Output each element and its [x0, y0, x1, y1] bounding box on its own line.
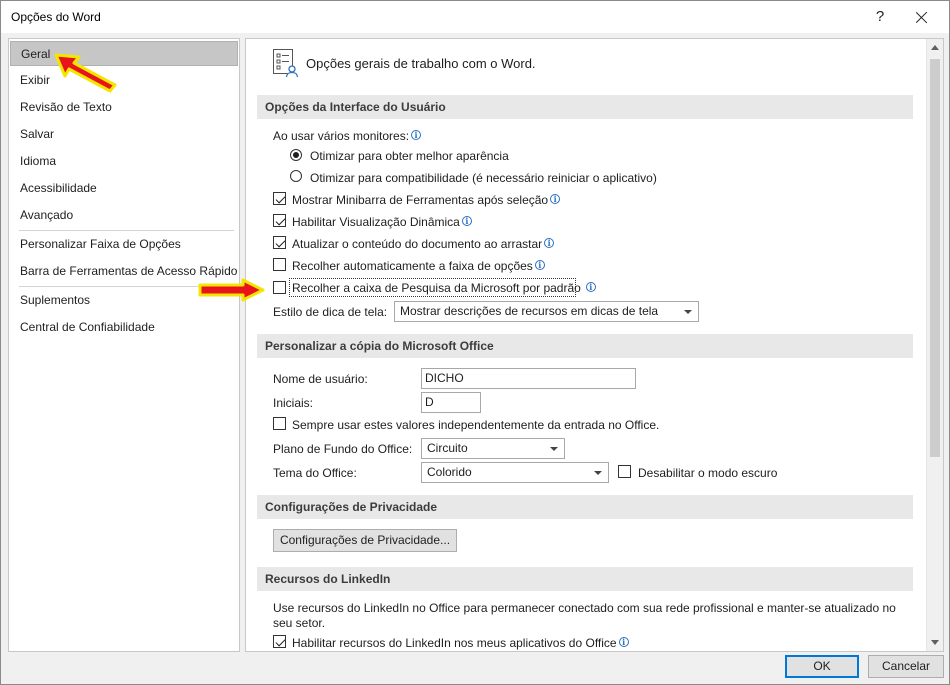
checkbox-always-use[interactable]: [273, 417, 286, 430]
linkedin-enable-label[interactable]: Habilitar recursos do LinkedIn nos meus …: [292, 636, 629, 650]
info-icon[interactable]: i: [585, 282, 596, 292]
checkbox-mini-toolbar[interactable]: [273, 192, 286, 205]
nav-item-personalizar-faixa[interactable]: Personalizar Faixa de Opções: [10, 232, 238, 257]
theme-label: Tema do Office:: [273, 466, 357, 480]
background-value: Circuito: [427, 441, 468, 455]
scroll-down-icon[interactable]: [927, 634, 943, 651]
live-preview-label[interactable]: Habilitar Visualização Dinâmica i: [292, 215, 472, 229]
always-use-label[interactable]: Sempre usar estes valores independenteme…: [292, 418, 659, 432]
nav-item-central-confiabilidade[interactable]: Central de Confiabilidade: [10, 315, 238, 340]
radio-best-appearance-label[interactable]: Otimizar para obter melhor aparência: [310, 149, 509, 163]
username-input[interactable]: DICHO: [421, 368, 636, 389]
content-scrollbar[interactable]: [926, 39, 943, 651]
checkbox-update-drag[interactable]: [273, 236, 286, 249]
annotation-arrow-icon: [54, 53, 117, 93]
info-icon[interactable]: i: [461, 216, 472, 226]
username-label: Nome de usuário:: [273, 372, 368, 386]
checkbox-collapse-search[interactable]: [273, 281, 286, 294]
mini-toolbar-label[interactable]: Mostrar Minibarra de Ferramentas após se…: [292, 193, 561, 207]
info-icon[interactable]: i: [618, 637, 629, 647]
linkedin-description: Use recursos do LinkedIn no Office para …: [273, 601, 896, 630]
annotation-arrow-icon: [198, 278, 265, 302]
nav-divider: [19, 230, 234, 231]
theme-select[interactable]: Colorido: [421, 462, 609, 483]
update-drag-label[interactable]: Atualizar o conteúdo do documento ao arr…: [292, 237, 555, 251]
chevron-down-icon: [684, 310, 692, 314]
privacy-settings-button[interactable]: Configurações de Privacidade...: [273, 529, 457, 552]
ok-button[interactable]: OK: [785, 655, 859, 678]
section-header-linkedin: Recursos do LinkedIn: [257, 567, 913, 591]
section-header-privacy: Configurações de Privacidade: [257, 495, 913, 519]
theme-value: Colorido: [427, 465, 472, 479]
nav-item-revisao[interactable]: Revisão de Texto: [10, 95, 238, 120]
info-icon[interactable]: i: [411, 130, 422, 140]
collapse-search-label[interactable]: Recolher a caixa de Pesquisa da Microsof…: [292, 281, 596, 295]
nav-item-exibir[interactable]: Exibir: [10, 68, 238, 93]
background-label: Plano de Fundo do Office:: [273, 442, 413, 456]
cancel-button[interactable]: Cancelar: [868, 655, 944, 678]
options-content: Opções gerais de trabalho com o Word. Op…: [245, 38, 944, 652]
background-select[interactable]: Circuito: [421, 438, 565, 459]
radio-compatibility[interactable]: [290, 170, 302, 182]
general-options-icon: [273, 49, 299, 78]
options-nav: Geral Exibir Revisão de Texto Salvar Idi…: [8, 38, 240, 652]
nav-item-acessibilidade[interactable]: Acessibilidade: [10, 176, 238, 201]
info-icon[interactable]: i: [550, 194, 561, 204]
section-header-interface: Opções da Interface do Usuário: [257, 95, 913, 119]
radio-best-appearance[interactable]: [290, 149, 302, 161]
checkbox-live-preview[interactable]: [273, 214, 286, 227]
nav-item-avancado[interactable]: Avançado: [10, 203, 238, 228]
tooltip-style-value: Mostrar descrições de recursos em dicas …: [400, 304, 659, 318]
nav-item-geral[interactable]: Geral: [10, 41, 238, 66]
section-header-office: Personalizar a cópia do Microsoft Office: [257, 334, 913, 358]
tooltip-style-label: Estilo de dica de tela:: [273, 305, 388, 319]
title-bar: Opções do Word ?: [1, 1, 949, 33]
nav-item-idioma[interactable]: Idioma: [10, 149, 238, 174]
radio-compatibility-label[interactable]: Otimizar para compatibilidade (é necessá…: [310, 171, 657, 185]
monitors-label: Ao usar vários monitores: i: [273, 129, 422, 143]
checkbox-collapse-ribbon[interactable]: [273, 258, 286, 271]
options-dialog: Opções do Word ? Geral Exibir Revisão de…: [0, 0, 950, 685]
disable-dark-label[interactable]: Desabilitar o modo escuro: [638, 466, 777, 480]
page-title: Opções gerais de trabalho com o Word.: [306, 56, 536, 71]
nav-item-salvar[interactable]: Salvar: [10, 122, 238, 147]
tooltip-style-select[interactable]: Mostrar descrições de recursos em dicas …: [394, 301, 699, 322]
scroll-thumb[interactable]: [930, 59, 940, 457]
checkbox-disable-dark[interactable]: [618, 465, 631, 478]
chevron-down-icon: [550, 447, 558, 451]
window-title: Opções do Word: [11, 10, 101, 24]
initials-input[interactable]: D: [421, 392, 481, 413]
info-icon[interactable]: i: [544, 238, 555, 248]
info-icon[interactable]: i: [534, 260, 545, 270]
scroll-up-icon[interactable]: [927, 39, 943, 56]
chevron-down-icon: [594, 471, 602, 475]
help-button[interactable]: ?: [869, 5, 891, 29]
initials-label: Iniciais:: [273, 396, 314, 410]
checkbox-linkedin[interactable]: [273, 635, 286, 648]
collapse-ribbon-label[interactable]: Recolher automaticamente a faixa de opçõ…: [292, 259, 545, 273]
close-icon[interactable]: [907, 5, 937, 29]
